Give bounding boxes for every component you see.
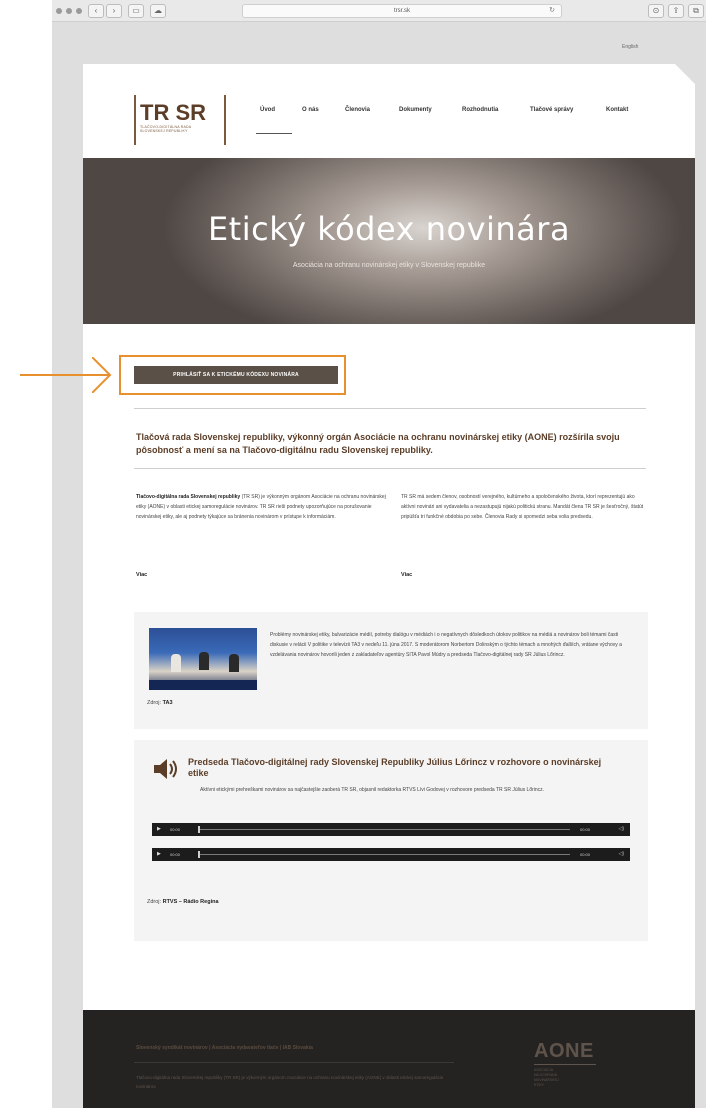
nav-item-clenovia[interactable]: Členovia xyxy=(345,107,370,113)
nav-item-uvod[interactable]: Úvod xyxy=(260,107,275,113)
intro-strong: Tlačovo-digitálna rada Slovenskej republ… xyxy=(136,494,241,500)
player-1-duration: 00:00 xyxy=(580,827,591,832)
hero-subtitle: Asociácia na ochranu novinárskej etiky v… xyxy=(292,262,486,269)
window-controls[interactable] xyxy=(56,8,82,14)
player-1-current-time: 00:00 xyxy=(170,827,181,832)
address-url: trsr.sk xyxy=(394,8,410,14)
nav-item-rozhodnutia[interactable]: Rozhodnutia xyxy=(462,107,498,113)
intro-column-right: TR SR má sedem členov, osobností verejné… xyxy=(401,492,645,522)
video-description: Problémy novinárskej etiky, bulvarizácie… xyxy=(270,632,622,658)
nav-item-kontakt[interactable]: Kontakt xyxy=(606,107,628,113)
divider-bottom xyxy=(134,468,646,469)
player-1-progress-handle[interactable] xyxy=(198,826,200,833)
player-1-progress-track[interactable] xyxy=(200,829,570,830)
footer-links: Slovenský syndikát novinárov | Asociácia… xyxy=(136,1045,313,1051)
audio-source-label: Zdroj: xyxy=(147,899,162,905)
video-source-label: Zdroj: xyxy=(147,700,162,706)
play-icon[interactable]: ▶ xyxy=(157,851,161,857)
sidebar-icon[interactable]: ▭ xyxy=(128,4,144,18)
footer-link-avt[interactable]: Asociácia vydavateľov tlače xyxy=(212,1045,279,1051)
aone-logo-subtitle: ASOCIÁCIA NA OCHRANU NOVINÁRSKEJ ETIKY xyxy=(534,1068,594,1088)
tv-guest-right xyxy=(229,654,239,672)
reload-icon[interactable]: ↻ xyxy=(549,5,555,17)
back-icon[interactable]: ‹ xyxy=(88,4,104,18)
hero-title: Etický kódex novinára xyxy=(207,210,571,248)
play-icon[interactable]: ▶ xyxy=(157,826,161,832)
speaker-icon xyxy=(154,759,177,779)
video-source: Zdroj: TA3 xyxy=(147,700,173,706)
audio-source: Zdroj: RTVS – Rádio Regina xyxy=(147,899,219,905)
intro-text-right: TR SR má sedem členov, osobností verejné… xyxy=(401,494,644,520)
tv-host xyxy=(199,652,209,670)
hero-banner: Etický kódex novinára Asociácia na ochra… xyxy=(83,158,695,324)
footer-link-syndikat[interactable]: Slovenský syndikát novinárov xyxy=(136,1045,208,1051)
player-2-progress-handle[interactable] xyxy=(198,851,200,858)
player-2-progress-track[interactable] xyxy=(200,854,570,855)
subscribe-code-button[interactable]: PRIHLÁSIŤ SA K ETICKÉMU KÓDEXU NOVINÁRA xyxy=(134,366,338,384)
nav-item-tlacove-spravy[interactable]: Tlačové správy xyxy=(530,107,573,113)
volume-icon[interactable]: ◁) xyxy=(618,851,624,857)
footer-divider xyxy=(134,1062,454,1063)
audio-player-1[interactable]: ▶ 00:00 00:00 ◁) xyxy=(152,823,630,836)
page-corner xyxy=(675,64,695,84)
audio-description: Aktívni etickými prehreškami novinárov s… xyxy=(200,787,545,793)
logo-text: TR SR xyxy=(140,100,206,125)
audio-source-name[interactable]: RTVS – Rádio Regina xyxy=(163,899,219,905)
player-2-duration: 00:00 xyxy=(580,852,591,857)
aone-logo[interactable]: AONE xyxy=(534,1040,594,1063)
logo-subtitle-2: SLOVENSKEJ REPUBLIKY xyxy=(140,129,188,133)
zoom-window-icon[interactable] xyxy=(76,8,82,14)
volume-icon[interactable]: ◁) xyxy=(618,826,624,832)
close-window-icon[interactable] xyxy=(56,8,62,14)
minimize-window-icon[interactable] xyxy=(66,8,72,14)
cloud-tabs-icon[interactable]: ☁ xyxy=(150,4,166,18)
footer-text: Tlačovo-digitálna rada Slovenskej republ… xyxy=(136,1075,444,1089)
player-2-current-time: 00:00 xyxy=(170,852,181,857)
browser-toolbar: ‹ › ▭ ☁ trsr.sk ↻ ⊙ ⇪ ⧉ xyxy=(52,0,706,22)
share-icon[interactable]: ⇪ xyxy=(668,4,684,18)
tv-thumbnail[interactable] xyxy=(149,628,257,690)
audio-player-2[interactable]: ▶ 00:00 00:00 ◁) xyxy=(152,848,630,861)
site-footer xyxy=(83,1010,695,1108)
more-link-right[interactable]: Viac xyxy=(401,572,412,578)
tabs-icon[interactable]: ⧉ xyxy=(688,4,704,18)
address-bar[interactable]: trsr.sk ↻ xyxy=(242,4,562,18)
forward-icon[interactable]: › xyxy=(106,4,122,18)
nav-item-o-nas[interactable]: O nás xyxy=(302,107,319,113)
video-source-name[interactable]: TA3 xyxy=(163,700,173,706)
more-link-left[interactable]: Viac xyxy=(136,572,147,578)
language-link[interactable]: English xyxy=(622,44,638,50)
footer-link-iab[interactable]: IAB Slovakia xyxy=(283,1045,313,1051)
aone-sub-line-4: ETIKY xyxy=(534,1083,545,1087)
lead-announcement: Tlačová rada Slovenskej republiky, výkon… xyxy=(136,432,620,455)
nav-active-indicator xyxy=(256,133,292,134)
audio-title: Predseda Tlačovo-digitálnej rady Slovens… xyxy=(188,757,602,778)
nav-item-dokumenty[interactable]: Dokumenty xyxy=(399,107,432,113)
tv-guest-left xyxy=(171,654,181,672)
downloads-icon[interactable]: ⊙ xyxy=(648,4,664,18)
site-logo[interactable]: TR SR TLAČOVO-DIGITÁLNA RADA SLOVENSKEJ … xyxy=(134,95,226,145)
aone-logo-rule xyxy=(534,1064,596,1065)
intro-column-left: Tlačovo-digitálna rada Slovenskej republ… xyxy=(136,492,386,522)
divider-top xyxy=(134,408,646,409)
tv-lower-third xyxy=(149,680,257,690)
